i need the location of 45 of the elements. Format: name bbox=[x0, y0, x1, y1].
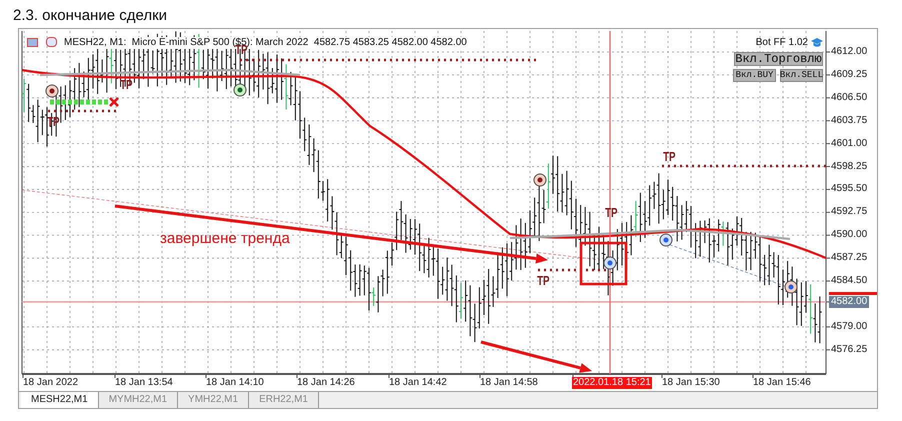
signal-icon bbox=[46, 84, 58, 98]
close-icon bbox=[109, 97, 119, 107]
price-label: 4595.50 bbox=[831, 183, 868, 196]
signal-icon bbox=[234, 84, 246, 96]
time-label: 18 Jan 14:10 bbox=[205, 377, 265, 389]
price-label: 4579.00 bbox=[831, 320, 868, 333]
level-line bbox=[538, 268, 606, 272]
price-label: 4592.75 bbox=[831, 206, 868, 218]
side-toggle-button[interactable]: Вкл.BUY bbox=[733, 69, 776, 82]
time-label: 2022.01.18 15:21 bbox=[572, 377, 652, 389]
side-toggle-button[interactable]: Вкл.SELL bbox=[780, 69, 823, 82]
trend-annotation: завершене тренда bbox=[160, 230, 290, 248]
price-label: 4584.50 bbox=[831, 275, 868, 288]
graduation-cap-icon bbox=[811, 38, 823, 48]
price-label: 4606.50 bbox=[831, 92, 868, 104]
time-label: 18 Jan 14:26 bbox=[296, 377, 356, 389]
time-label: 18 Jan 14:58 bbox=[479, 377, 539, 389]
current-price-label: 4582.00 bbox=[829, 296, 870, 308]
take-profit-marker: TP bbox=[537, 274, 550, 287]
bot-label: Bot FF 1.02 bbox=[756, 37, 808, 49]
signal-icon bbox=[604, 256, 616, 270]
time-label: 18 Jan 15:30 bbox=[661, 377, 721, 389]
price-label: 4587.25 bbox=[831, 252, 868, 264]
price-label: 4601.00 bbox=[831, 138, 868, 150]
signal-icon bbox=[534, 174, 546, 186]
highlight-frame bbox=[580, 242, 628, 286]
price-label: 4590.00 bbox=[831, 229, 868, 242]
price-label: 4609.25 bbox=[831, 68, 868, 81]
chart-tab[interactable]: MESH22,M1 bbox=[21, 392, 99, 408]
signal-icon bbox=[784, 280, 798, 294]
time-label: 18 Jan 14:42 bbox=[388, 377, 448, 389]
price-label: 4612.00 bbox=[831, 46, 868, 58]
time-label: 18 Jan 13:54 bbox=[114, 377, 174, 389]
price-label: 4598.25 bbox=[831, 160, 868, 173]
level-line bbox=[50, 100, 108, 104]
section-heading: 2.3. окончание сделки bbox=[12, 6, 168, 26]
price-label: 4603.75 bbox=[831, 114, 868, 127]
signal-icon bbox=[660, 234, 672, 246]
trading-toggle-button[interactable]: Вкл.Торговлю bbox=[734, 52, 823, 66]
list-icon bbox=[27, 38, 38, 47]
take-profit-marker: TP bbox=[120, 78, 133, 91]
price-label: 4576.25 bbox=[831, 344, 868, 356]
time-label: 18 Jan 2022 bbox=[22, 377, 80, 389]
time-label: 18 Jan 15:46 bbox=[752, 377, 812, 389]
take-profit-marker: TP bbox=[663, 150, 676, 163]
